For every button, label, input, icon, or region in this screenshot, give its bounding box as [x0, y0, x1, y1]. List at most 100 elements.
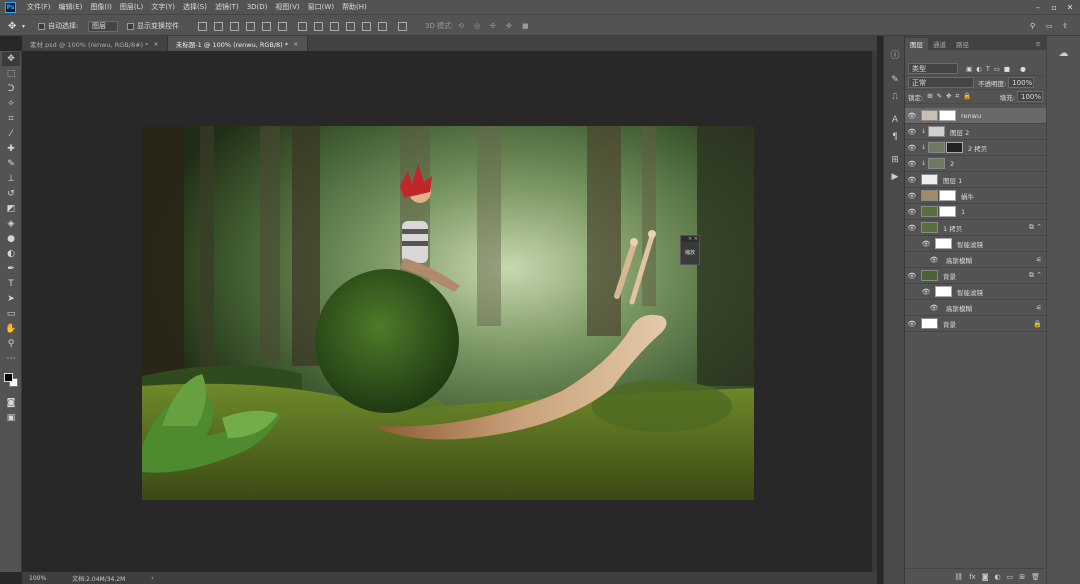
layer-row[interactable]: 👁 renwu — [905, 108, 1046, 124]
brush-tool-icon[interactable]: ✎ — [2, 157, 20, 171]
history-brush-tool-icon[interactable]: ↺ — [2, 187, 20, 201]
filter-effect-label[interactable]: 高斯模糊 — [946, 303, 972, 313]
panel-menu-icon[interactable]: ≡ — [1031, 38, 1046, 50]
learn-icon[interactable]: ☁ — [1056, 48, 1072, 62]
align-vcenter-icon[interactable] — [214, 20, 223, 32]
smart-filter-mask[interactable] — [935, 286, 952, 297]
crop-tool-icon[interactable]: ⌗ — [2, 112, 20, 126]
quick-mask-icon[interactable]: ◙ — [2, 396, 20, 410]
layer-mask-thumbnail[interactable] — [946, 142, 964, 153]
brush-settings-icon[interactable]: ✎ — [887, 73, 903, 86]
filter-options-icon[interactable]: ⚟ — [1036, 304, 1042, 312]
foreground-color-swatch[interactable] — [4, 373, 13, 382]
layer-row[interactable]: 👁 1 — [905, 204, 1046, 220]
tab-paths[interactable]: 路径 — [951, 38, 974, 50]
menu-image[interactable]: 图像(I) — [86, 2, 116, 12]
menu-help[interactable]: 帮助(H) — [338, 2, 371, 12]
layer-name[interactable]: 蜗牛 — [961, 191, 974, 201]
minimize-icon[interactable]: – — [1030, 0, 1046, 14]
smart-filter-label[interactable]: 智能滤镜 — [957, 239, 983, 249]
link-layers-icon[interactable]: ⛓ — [954, 573, 963, 581]
distribute-vcenter-icon[interactable] — [314, 20, 323, 32]
filter-effect-label[interactable]: 高斯模糊 — [946, 255, 972, 265]
new-layer-icon[interactable]: ⊞ — [1019, 573, 1025, 581]
info-icon[interactable]: ⓘ — [887, 48, 903, 61]
new-group-icon[interactable]: ▭ — [1007, 573, 1014, 581]
magic-wand-tool-icon[interactable]: ✧ — [2, 97, 20, 111]
menu-type[interactable]: 文字(Y) — [147, 2, 179, 12]
layer-name[interactable]: renwu — [961, 112, 981, 120]
zoom-tool-icon[interactable]: ⚲ — [2, 337, 20, 351]
menu-edit[interactable]: 编辑(E) — [55, 2, 87, 12]
visibility-eye-icon[interactable]: 👁 — [927, 256, 941, 264]
menu-window[interactable]: 窗口(W) — [304, 2, 338, 12]
move-tool-icon[interactable]: ✥ — [2, 52, 20, 66]
layer-row[interactable]: 👁 1 拷贝 ⧉ ⌃ — [905, 220, 1046, 236]
smart-filter-row[interactable]: 👁 智能滤镜 — [905, 284, 1046, 300]
filter-effect-row[interactable]: 👁 高斯模糊 ⚟ — [905, 300, 1046, 316]
visibility-eye-icon[interactable]: 👁 — [905, 176, 919, 184]
more-tools-icon[interactable]: ⋯ — [2, 352, 20, 366]
paint-bucket-tool-icon[interactable]: ◈ — [2, 217, 20, 231]
paragraph-icon[interactable]: ¶ — [887, 130, 903, 143]
zoom-level[interactable]: 100% — [29, 575, 46, 582]
3d-roll-icon[interactable]: ◎ — [474, 20, 480, 32]
filter-icons[interactable]: ▣◐T▭■ — [966, 65, 1014, 73]
adjustment-layer-icon[interactable]: ◐ — [995, 573, 1001, 581]
visibility-eye-icon[interactable]: 👁 — [905, 208, 919, 216]
menu-file[interactable]: 文件(F) — [23, 2, 55, 12]
restore-icon[interactable]: ▫ — [1046, 0, 1062, 14]
layer-name[interactable]: 2 拷贝 — [968, 143, 987, 153]
document-canvas[interactable] — [142, 126, 754, 500]
align-bottom-icon[interactable] — [230, 20, 239, 32]
opacity-field[interactable]: 100% — [1008, 77, 1035, 88]
status-menu-arrow-icon[interactable]: › — [151, 575, 153, 582]
eyedropper-tool-icon[interactable]: ⁄ — [2, 127, 20, 141]
filter-kind-dropdown[interactable]: 类型 — [908, 63, 958, 74]
visibility-eye-icon[interactable]: 👁 — [927, 304, 941, 312]
tab-document-1[interactable]: 素材.psd @ 100% (renwu, RGB/8#) * × — [22, 36, 168, 51]
add-mask-icon[interactable]: ◙ — [982, 573, 989, 581]
fill-field[interactable]: 100% — [1017, 91, 1043, 102]
hand-tool-icon[interactable]: ✋ — [2, 322, 20, 336]
marquee-tool-icon[interactable]: ⬚ — [2, 67, 20, 81]
auto-align-icon[interactable] — [398, 20, 407, 32]
tab-layers[interactable]: 图层 — [905, 38, 928, 50]
layer-row[interactable]: 👁 背景 🔒 — [905, 316, 1046, 332]
search-icon[interactable]: ⚲ — [1030, 20, 1035, 32]
share-icon[interactable]: ⇪ — [1062, 20, 1068, 32]
layer-name[interactable]: 图层 2 — [950, 127, 969, 137]
visibility-eye-icon[interactable]: 👁 — [905, 112, 919, 120]
visibility-eye-icon[interactable]: 👁 — [905, 128, 919, 136]
layer-row[interactable]: 👁 蜗牛 — [905, 188, 1046, 204]
character-icon[interactable]: A — [887, 113, 903, 126]
3d-drag-icon[interactable]: ✣ — [490, 20, 496, 32]
layer-name[interactable]: 1 拷贝 — [943, 223, 962, 233]
close-tab-icon[interactable]: × — [293, 40, 298, 48]
distribute-left-icon[interactable] — [346, 20, 355, 32]
auto-select-checkbox[interactable]: 自动选择: — [38, 20, 78, 32]
move-tool-icon[interactable]: ✥ — [8, 20, 16, 32]
tab-document-2[interactable]: 未标题-1 @ 100% (renwu, RGB/8) * × — [167, 36, 308, 51]
adjustments-icon[interactable]: ⎍ — [887, 90, 903, 103]
3d-slide-icon[interactable]: ✥ — [506, 20, 512, 32]
path-selection-tool-icon[interactable]: ➤ — [2, 292, 20, 306]
lock-icons[interactable]: ⊞✎✥⌗🔒 — [927, 92, 975, 101]
layer-mask-thumbnail[interactable] — [939, 206, 956, 217]
floating-mini-panel[interactable]: × × 缩放 — [680, 235, 700, 265]
layer-name[interactable]: 图层 1 — [943, 175, 962, 185]
distribute-bottom-icon[interactable] — [330, 20, 339, 32]
3d-rotate-icon[interactable]: ⟲ — [458, 20, 464, 32]
layer-row[interactable]: 👁 图层 1 — [905, 172, 1046, 188]
dodge-tool-icon[interactable]: ◐ — [2, 247, 20, 261]
show-transform-checkbox[interactable]: 显示变换控件 — [127, 20, 179, 32]
align-hcenter-icon[interactable] — [262, 20, 271, 32]
menu-3d[interactable]: 3D(D) — [243, 3, 272, 11]
layer-row[interactable]: 👁 ↓ 2 拷贝 — [905, 140, 1046, 156]
fx-icon[interactable]: fx — [969, 573, 976, 581]
visibility-eye-icon[interactable]: 👁 — [905, 224, 919, 232]
auto-select-dropdown[interactable]: 图层 — [88, 20, 118, 32]
align-left-icon[interactable] — [246, 20, 255, 32]
blend-mode-dropdown[interactable]: 正常 — [908, 77, 974, 88]
clone-stamp-tool-icon[interactable]: ⊥ — [2, 172, 20, 186]
